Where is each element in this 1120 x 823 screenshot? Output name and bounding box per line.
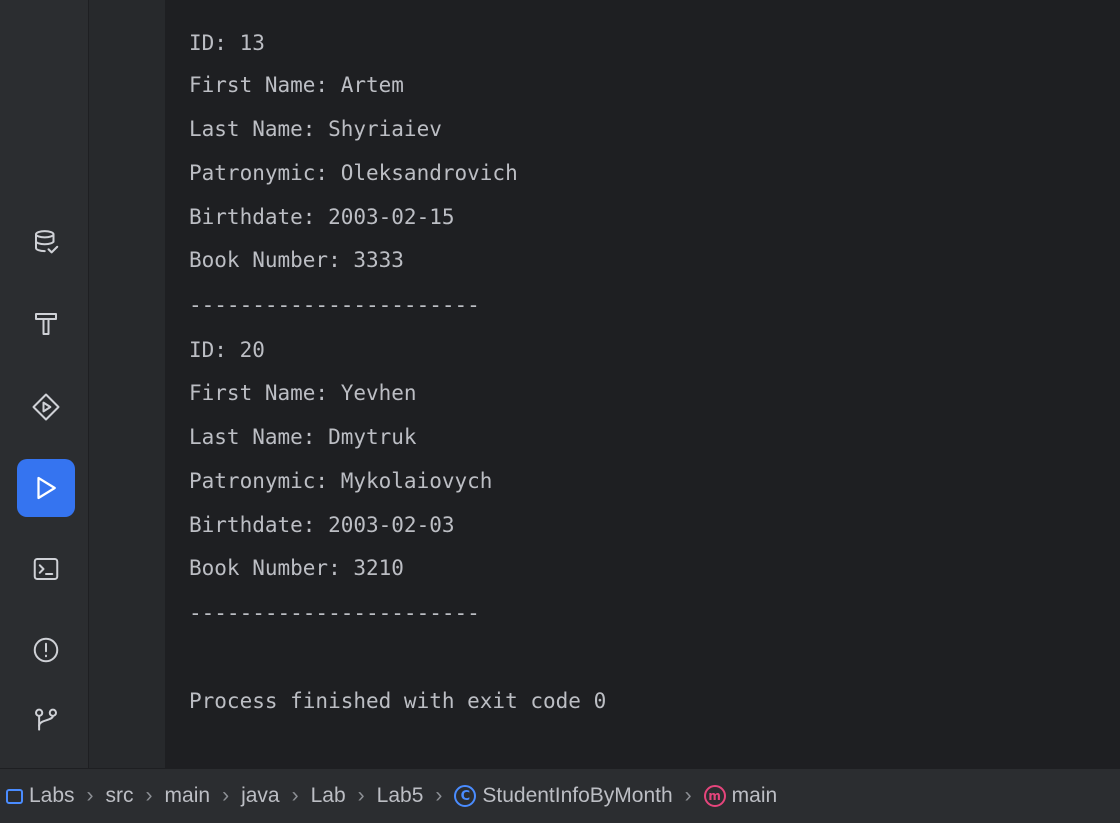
breadcrumb-label: StudentInfoByMonth (482, 784, 673, 807)
breadcrumb-item-src[interactable]: src (106, 784, 134, 808)
services-tool-button[interactable] (17, 378, 75, 436)
console-line: Patronymic: Mykolaiovych (189, 469, 493, 493)
run-tool-button[interactable] (17, 459, 75, 517)
method-icon: m (703, 785, 726, 807)
breadcrumb-label: Labs (29, 784, 75, 807)
breadcrumb-label: main (731, 784, 778, 807)
console-line: Last Name: Dmytruk (189, 425, 417, 449)
console-line: Book Number: 3210 (189, 556, 404, 580)
console-line: ID: 13 (189, 31, 265, 55)
process-exit-message: Process finished with exit code 0 (189, 689, 607, 713)
git-tool-button[interactable] (17, 690, 75, 748)
chevron-right-icon: › (86, 784, 94, 807)
services-icon (32, 393, 60, 421)
git-icon (35, 708, 57, 731)
class-icon: C (454, 785, 477, 807)
breadcrumb-item-main[interactable]: main (165, 784, 211, 808)
console-line: Patronymic: Oleksandrovich (189, 161, 518, 185)
breadcrumb-item-lab5[interactable]: Lab5 (377, 784, 424, 808)
breadcrumb-label: main (164, 784, 211, 807)
breadcrumb-item-lab[interactable]: Lab (311, 784, 346, 808)
console-line: Birthdate: 2003-02-15 (189, 205, 455, 229)
breadcrumb-label: Lab (310, 784, 346, 807)
chevron-right-icon: › (435, 784, 443, 807)
chevron-right-icon: › (291, 784, 299, 807)
console-separator: ----------------------- (189, 293, 480, 317)
console-line: Last Name: Shyriaiev (189, 117, 442, 141)
breadcrumb-label: src (105, 784, 134, 807)
database-tool-button[interactable] (17, 214, 75, 272)
database-icon (35, 230, 59, 254)
console-line: ID: 20 (189, 338, 265, 362)
console-gutter (89, 0, 165, 768)
chevron-right-icon: › (145, 784, 153, 807)
breadcrumb-label: java (241, 784, 280, 807)
problems-tool-button[interactable] (17, 621, 75, 679)
build-tool-button[interactable] (17, 295, 75, 353)
breadcrumb: Labs › src › main › java › Lab › Lab5 › … (0, 768, 1120, 823)
breadcrumb-label: Lab5 (376, 784, 424, 807)
console-line: First Name: Yevhen (189, 381, 417, 405)
breadcrumb-item-class[interactable]: C StudentInfoByMonth (454, 784, 673, 808)
chevron-right-icon: › (222, 784, 230, 807)
problems-icon (33, 637, 59, 663)
run-console-output[interactable]: ID: 13 First Name: Artem Last Name: Shyr… (165, 0, 1120, 768)
hammer-icon (35, 313, 57, 335)
terminal-tool-button[interactable] (17, 540, 75, 598)
breadcrumb-item-java[interactable]: java (241, 784, 280, 808)
ide-window: ID: 13 First Name: Artem Last Name: Shyr… (0, 0, 1120, 823)
folder-icon (6, 788, 23, 804)
breadcrumb-item-labs[interactable]: Labs (6, 784, 75, 808)
chevron-right-icon: › (357, 784, 365, 807)
breadcrumb-item-method[interactable]: m main (703, 784, 778, 808)
run-icon (37, 476, 56, 500)
chevron-right-icon: › (684, 784, 692, 807)
console-separator: ----------------------- (189, 601, 480, 625)
console-line: Birthdate: 2003-02-03 (189, 513, 455, 537)
terminal-icon (33, 558, 59, 580)
console-line: Book Number: 3333 (189, 248, 404, 272)
console-line: First Name: Artem (189, 73, 404, 97)
tool-window-strip (0, 0, 89, 768)
